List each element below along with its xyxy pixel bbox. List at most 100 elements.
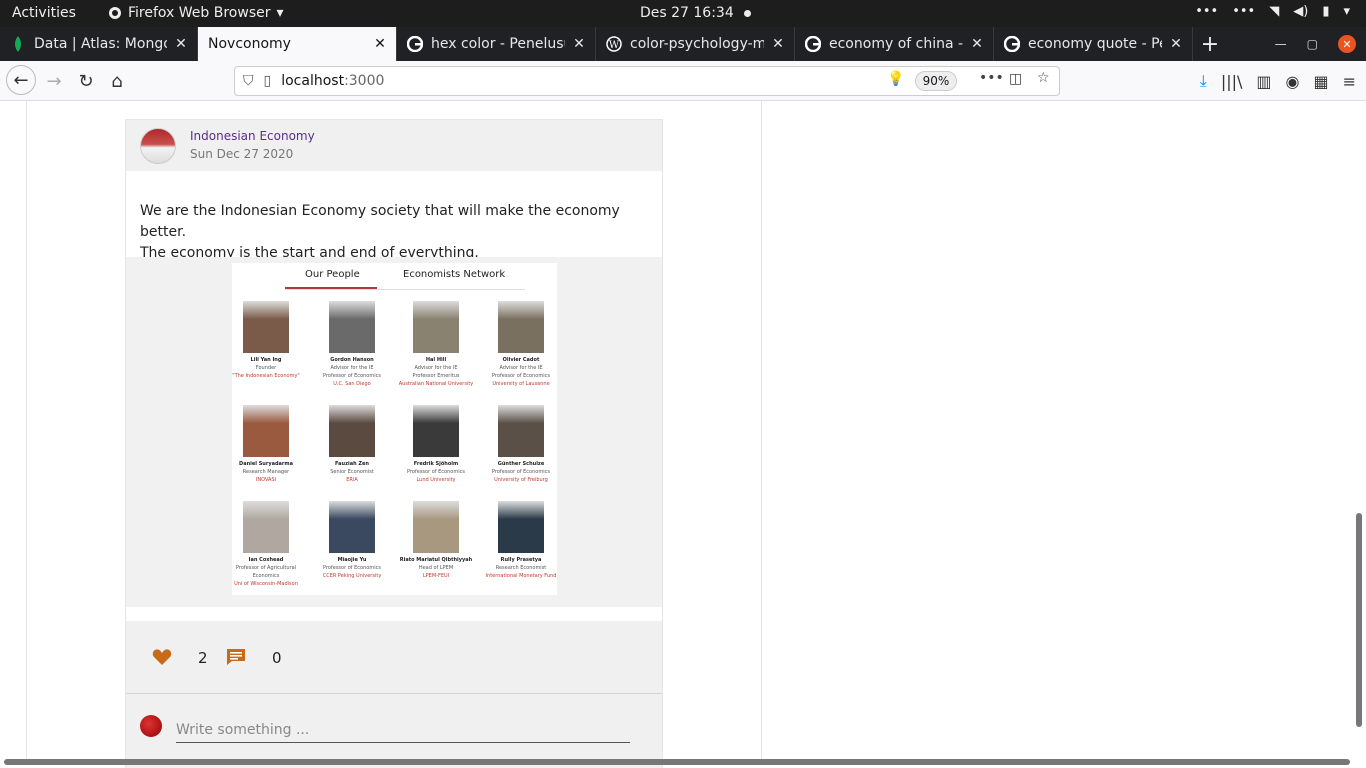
wordpress-icon: W [606,36,622,52]
person-name: Fredrik Sjöholm [413,461,459,467]
person-card: Daniel Suryadarma Research Manager INOVASI [224,405,308,484]
zoom-level[interactable]: 90% [915,71,957,91]
battery-icon: ▮ [1322,4,1330,19]
mongodb-leaf-icon [10,36,26,52]
person-organization: CCER Peking University [322,573,382,579]
pocket-icon[interactable]: ◫ [1009,71,1022,87]
bookmark-star-icon[interactable]: ☆ [1037,70,1050,86]
page-actions-icon[interactable]: ••• [979,70,1004,86]
person-card: Fauziah Zen Senior Economist ERIA [310,405,394,484]
tab-economy-china[interactable]: economy of china - G ✕ [795,27,994,61]
page-icon: ▯ [263,73,272,89]
person-role: Research Manager [242,469,290,475]
person-photo [498,405,544,457]
close-window-icon[interactable]: ✕ [1338,35,1356,53]
heart-icon[interactable] [152,648,172,666]
comment-count: 0 [272,649,282,667]
tab-novconomy[interactable]: Novconomy ✕ [198,27,397,61]
person-role: Professor of Agricultural [235,565,297,571]
activities-button[interactable]: Activities [12,5,76,21]
back-button[interactable]: ← [6,65,36,95]
clock[interactable]: Des 27 16:34 [640,5,751,21]
person-photo [329,301,375,353]
menu-icon[interactable]: ≡ [1343,72,1356,91]
person-photo [243,301,289,353]
person-name: Gordon Hanson [330,357,374,363]
person-photo [243,405,289,457]
more-icon-2[interactable]: ••• [1232,4,1255,19]
person-card: Riato Mariatul Qibthiyyah Head of LPEM LPE… [394,501,478,580]
account-icon[interactable]: ◉ [1286,72,1300,91]
tab-hex-color[interactable]: hex color - Penelusur ✕ [397,27,596,61]
person-role: Professor Emeritus [412,373,460,379]
tab-economy-quote[interactable]: economy quote - Pen ✕ [994,27,1193,61]
home-button[interactable]: ⌂ [103,67,131,95]
url-text[interactable]: localhost:3000 [281,73,384,89]
app-menu[interactable]: Firefox Web Browser ▾ [108,5,284,21]
library-icon[interactable]: |||\ [1221,72,1243,91]
person-photo [329,501,375,553]
chevron-down-icon: ▾ [276,5,284,21]
minimize-icon[interactable]: — [1275,37,1287,51]
more-icon[interactable]: ••• [1195,4,1218,19]
person-organization: INOVASI [255,477,277,483]
close-tab-icon[interactable]: ✕ [372,36,388,52]
person-photo [498,501,544,553]
extensions-icon[interactable]: ▦ [1313,72,1328,91]
google-icon [805,36,821,52]
forward-button[interactable]: → [40,67,68,95]
window-controls: — ▢ ✕ [1275,27,1366,61]
person-name: Daniel Suryadarma [239,461,293,467]
tab-strip: Data | Atlas: MongoD ✕ Novconomy ✕ hex c… [0,27,1366,61]
close-tab-icon[interactable]: ✕ [1168,36,1184,52]
person-organization: U.C. San Diego [333,381,371,387]
url-bar[interactable]: ⛉ ▯ localhost:3000 💡 90% ••• ◫ ☆ [234,66,1060,96]
sidebar-icon[interactable]: ▥ [1256,72,1271,91]
image-tab-economists-network: Economists Network [403,269,506,280]
lightbulb-icon[interactable]: 💡 [887,71,904,87]
column-divider [761,101,762,761]
image-tabs: Our People Economists Network [232,263,557,290]
downloads-icon[interactable]: ⤓ [1200,71,1207,91]
post-image[interactable]: Our People Economists Network Lili Yan I… [232,263,557,595]
shield-icon[interactable]: ⛉ [243,73,254,89]
person-name: Riato Mariatul Qibthiyyah [399,557,473,563]
reload-button[interactable]: ↻ [72,67,100,95]
post-image-container: Our People Economists Network Lili Yan I… [126,257,662,607]
person-photo [413,501,459,553]
navigation-bar: ← → ↻ ⌂ ⛉ ▯ localhost:3000 💡 90% ••• ◫ ☆… [0,61,1366,101]
person-card: Rully Prasetya Research Economist Internat… [479,501,563,580]
person-organization: Lund University [416,477,456,483]
close-tab-icon[interactable]: ✕ [173,36,189,52]
divider [126,693,662,694]
system-tray[interactable]: ••• ••• ◥ ◀) ▮ ▾ [1195,4,1350,19]
google-icon [407,36,423,52]
new-tab-button[interactable]: + [1193,27,1227,61]
post-date: Sun Dec 27 2020 [190,147,294,161]
close-tab-icon[interactable]: ✕ [969,36,985,52]
horizontal-scrollbar[interactable] [4,759,1350,765]
image-tab-our-people: Our People [305,269,360,280]
like-count: 2 [198,649,208,667]
tab-mongodb[interactable]: Data | Atlas: MongoD ✕ [0,27,198,61]
vertical-scrollbar[interactable] [1356,513,1362,727]
maximize-icon[interactable]: ▢ [1307,37,1318,51]
close-tab-icon[interactable]: ✕ [770,36,786,52]
avatar[interactable] [140,128,176,164]
person-card: Fredrik Sjöholm Professor of Economics Lun… [394,405,478,484]
person-card: Lili Yan Ing Founder "The Indonesian Econo… [224,301,308,380]
person-organization: Uni of Wisconsin-Madison [234,581,298,587]
comment-icon[interactable] [226,648,246,666]
comment-input[interactable] [176,717,630,743]
post-author-link[interactable]: Indonesian Economy [190,129,315,143]
person-card: Gordon Hanson Advisor for the IE Professor… [310,301,394,388]
tab-color-psychology[interactable]: W color-psychology-me ✕ [596,27,795,61]
close-tab-icon[interactable]: ✕ [571,36,587,52]
post-actions: 2 0 [126,621,662,693]
person-name: Miaojie Yu [337,557,367,563]
person-card: Hal Hill Advisor for the IE Professor Emer… [394,301,478,388]
person-role: Research Economist [495,565,547,571]
avatar[interactable] [140,715,162,737]
person-name: Hal Hill [425,357,447,363]
person-organization: University of Freiburg [494,477,548,483]
